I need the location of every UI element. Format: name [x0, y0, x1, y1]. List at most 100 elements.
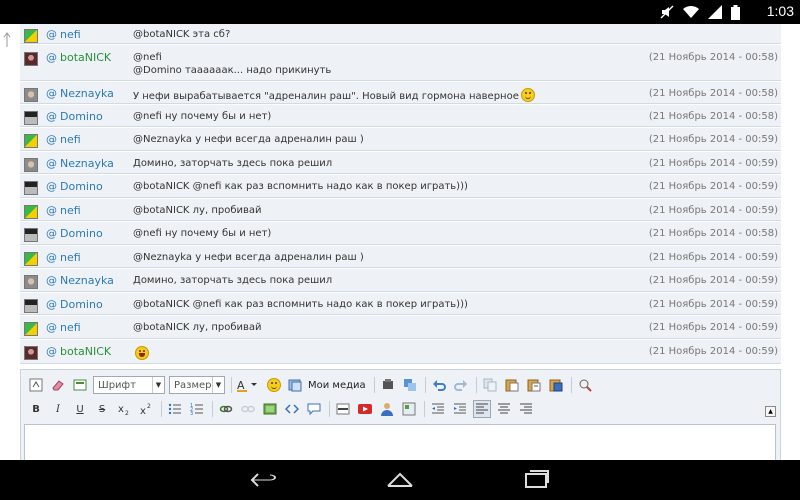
- superscript-icon[interactable]: x2: [137, 400, 155, 418]
- chat-username[interactable]: nefi: [60, 133, 81, 146]
- avatar[interactable]: [24, 252, 38, 266]
- avatar[interactable]: [24, 111, 38, 125]
- italic-icon[interactable]: I: [49, 400, 67, 418]
- undo-icon[interactable]: [430, 376, 448, 394]
- bullet-list-icon[interactable]: [166, 400, 184, 418]
- mention-at-icon[interactable]: @: [46, 133, 57, 146]
- chat-username[interactable]: botaNICK: [60, 51, 111, 64]
- chat-message-text: У нефи вырабатывается "адреналин раш". Н…: [133, 91, 519, 102]
- avatar[interactable]: [24, 205, 38, 219]
- avatar[interactable]: [24, 29, 38, 43]
- avatar[interactable]: [24, 228, 38, 242]
- spoiler-icon[interactable]: [379, 376, 397, 394]
- paste-word-icon[interactable]: [547, 376, 565, 394]
- avatar[interactable]: [24, 346, 38, 360]
- message-input[interactable]: [24, 424, 776, 460]
- subscript-icon[interactable]: x2: [115, 400, 133, 418]
- chat-row: @ Neznayka Домино, заторчать здесь пока ре…: [20, 269, 781, 292]
- translate-icon[interactable]: [401, 376, 419, 394]
- chat-username[interactable]: Neznayka: [60, 274, 114, 287]
- avatar[interactable]: [24, 134, 38, 148]
- mention-at-icon[interactable]: @: [46, 251, 57, 264]
- avatar[interactable]: [24, 322, 38, 336]
- mention-at-icon[interactable]: @: [46, 274, 57, 287]
- avatar[interactable]: [24, 158, 38, 172]
- size-select[interactable]: Размер ▼: [169, 376, 225, 394]
- indent-icon[interactable]: [451, 400, 469, 418]
- mention-at-icon[interactable]: @: [46, 51, 57, 64]
- mention-at-icon[interactable]: @: [46, 180, 57, 193]
- numbered-list-icon[interactable]: 123: [188, 400, 206, 418]
- chat-username[interactable]: nefi: [60, 321, 81, 334]
- paste-icon[interactable]: [503, 376, 521, 394]
- mention-at-icon[interactable]: @: [46, 87, 57, 100]
- chat-username[interactable]: Neznayka: [60, 87, 114, 100]
- bold-icon[interactable]: B: [27, 400, 45, 418]
- eraser-icon[interactable]: [49, 376, 67, 394]
- emoticon-icon[interactable]: [264, 376, 282, 394]
- youtube-icon[interactable]: [356, 400, 374, 418]
- chat-username[interactable]: Neznayka: [60, 157, 114, 170]
- horizontal-rule-icon[interactable]: [334, 400, 352, 418]
- chat-username[interactable]: nefi: [60, 251, 81, 264]
- chat-timestamp: (21 Ноябрь 2014 - 00:59): [648, 346, 778, 357]
- scroll-up-icon[interactable]: [2, 32, 12, 48]
- redo-icon[interactable]: [452, 376, 470, 394]
- recent-apps-icon[interactable]: [522, 470, 550, 490]
- unlink-icon[interactable]: [239, 400, 257, 418]
- mention-at-icon[interactable]: @: [46, 204, 57, 217]
- battery-icon: [731, 4, 740, 20]
- underline-icon[interactable]: U: [71, 400, 89, 418]
- chat-username[interactable]: Domino: [60, 227, 103, 240]
- avatar[interactable]: [24, 275, 38, 289]
- chat-row: @ Domino @nefi ну почему бы и нет) (21 Нояб…: [20, 105, 781, 127]
- mention-at-icon[interactable]: @: [46, 227, 57, 240]
- chat-username[interactable]: nefi: [60, 28, 81, 41]
- chat-username[interactable]: nefi: [60, 204, 81, 217]
- chat-username[interactable]: Domino: [60, 110, 103, 123]
- avatar[interactable]: [24, 88, 38, 102]
- template-icon[interactable]: [71, 376, 89, 394]
- link-icon[interactable]: [217, 400, 235, 418]
- strikethrough-icon[interactable]: S: [93, 400, 111, 418]
- align-right-icon[interactable]: [517, 400, 535, 418]
- avatar[interactable]: [24, 181, 38, 195]
- back-icon[interactable]: [250, 470, 278, 490]
- image-icon[interactable]: [261, 400, 279, 418]
- user-mention-icon[interactable]: [378, 400, 396, 418]
- align-left-icon[interactable]: [473, 400, 491, 418]
- mention-at-icon[interactable]: @: [46, 28, 57, 41]
- code-icon[interactable]: [283, 400, 301, 418]
- home-icon[interactable]: [386, 470, 414, 490]
- text-color-icon[interactable]: A: [236, 376, 260, 394]
- collapse-toolbar-icon[interactable]: ▲: [765, 406, 776, 417]
- chat-username[interactable]: Domino: [60, 180, 103, 193]
- my-media-label[interactable]: Мои медиа: [308, 380, 366, 391]
- laughing-emoticon-icon: [135, 346, 149, 360]
- paste-text-icon[interactable]: [525, 376, 543, 394]
- chat-row: @ nefi @Neznayka у нефи всегда адреналин р…: [20, 246, 781, 268]
- source-icon[interactable]: [27, 376, 45, 394]
- media-icon[interactable]: [286, 376, 304, 394]
- mention-at-icon[interactable]: @: [46, 345, 57, 358]
- mention-at-icon[interactable]: @: [46, 110, 57, 123]
- align-center-icon[interactable]: [495, 400, 513, 418]
- font-select[interactable]: Шрифт ▼: [93, 376, 165, 394]
- chat-row: @ nefi @botaNICK лу, пробивай (21 Ноябрь 20…: [20, 316, 781, 339]
- outdent-icon[interactable]: [429, 400, 447, 418]
- avatar[interactable]: [24, 52, 38, 66]
- chat-username[interactable]: botaNICK: [60, 345, 111, 358]
- chat-timestamp: (21 Ноябрь 2014 - 00:59): [648, 322, 778, 333]
- toolbar-separator: [329, 401, 330, 417]
- chat-username[interactable]: Domino: [60, 298, 103, 311]
- find-icon[interactable]: [576, 376, 594, 394]
- quote-icon[interactable]: [305, 400, 323, 418]
- special-char-icon[interactable]: [400, 400, 418, 418]
- mention-at-icon[interactable]: @: [46, 321, 57, 334]
- avatar[interactable]: [24, 299, 38, 313]
- copy-icon[interactable]: [481, 376, 499, 394]
- toolbar-separator: [475, 377, 477, 393]
- mention-at-icon[interactable]: @: [46, 157, 57, 170]
- mention-at-icon[interactable]: @: [46, 298, 57, 311]
- chat-message: @Neznayka у нефи всегда адреналин раш ): [133, 134, 364, 145]
